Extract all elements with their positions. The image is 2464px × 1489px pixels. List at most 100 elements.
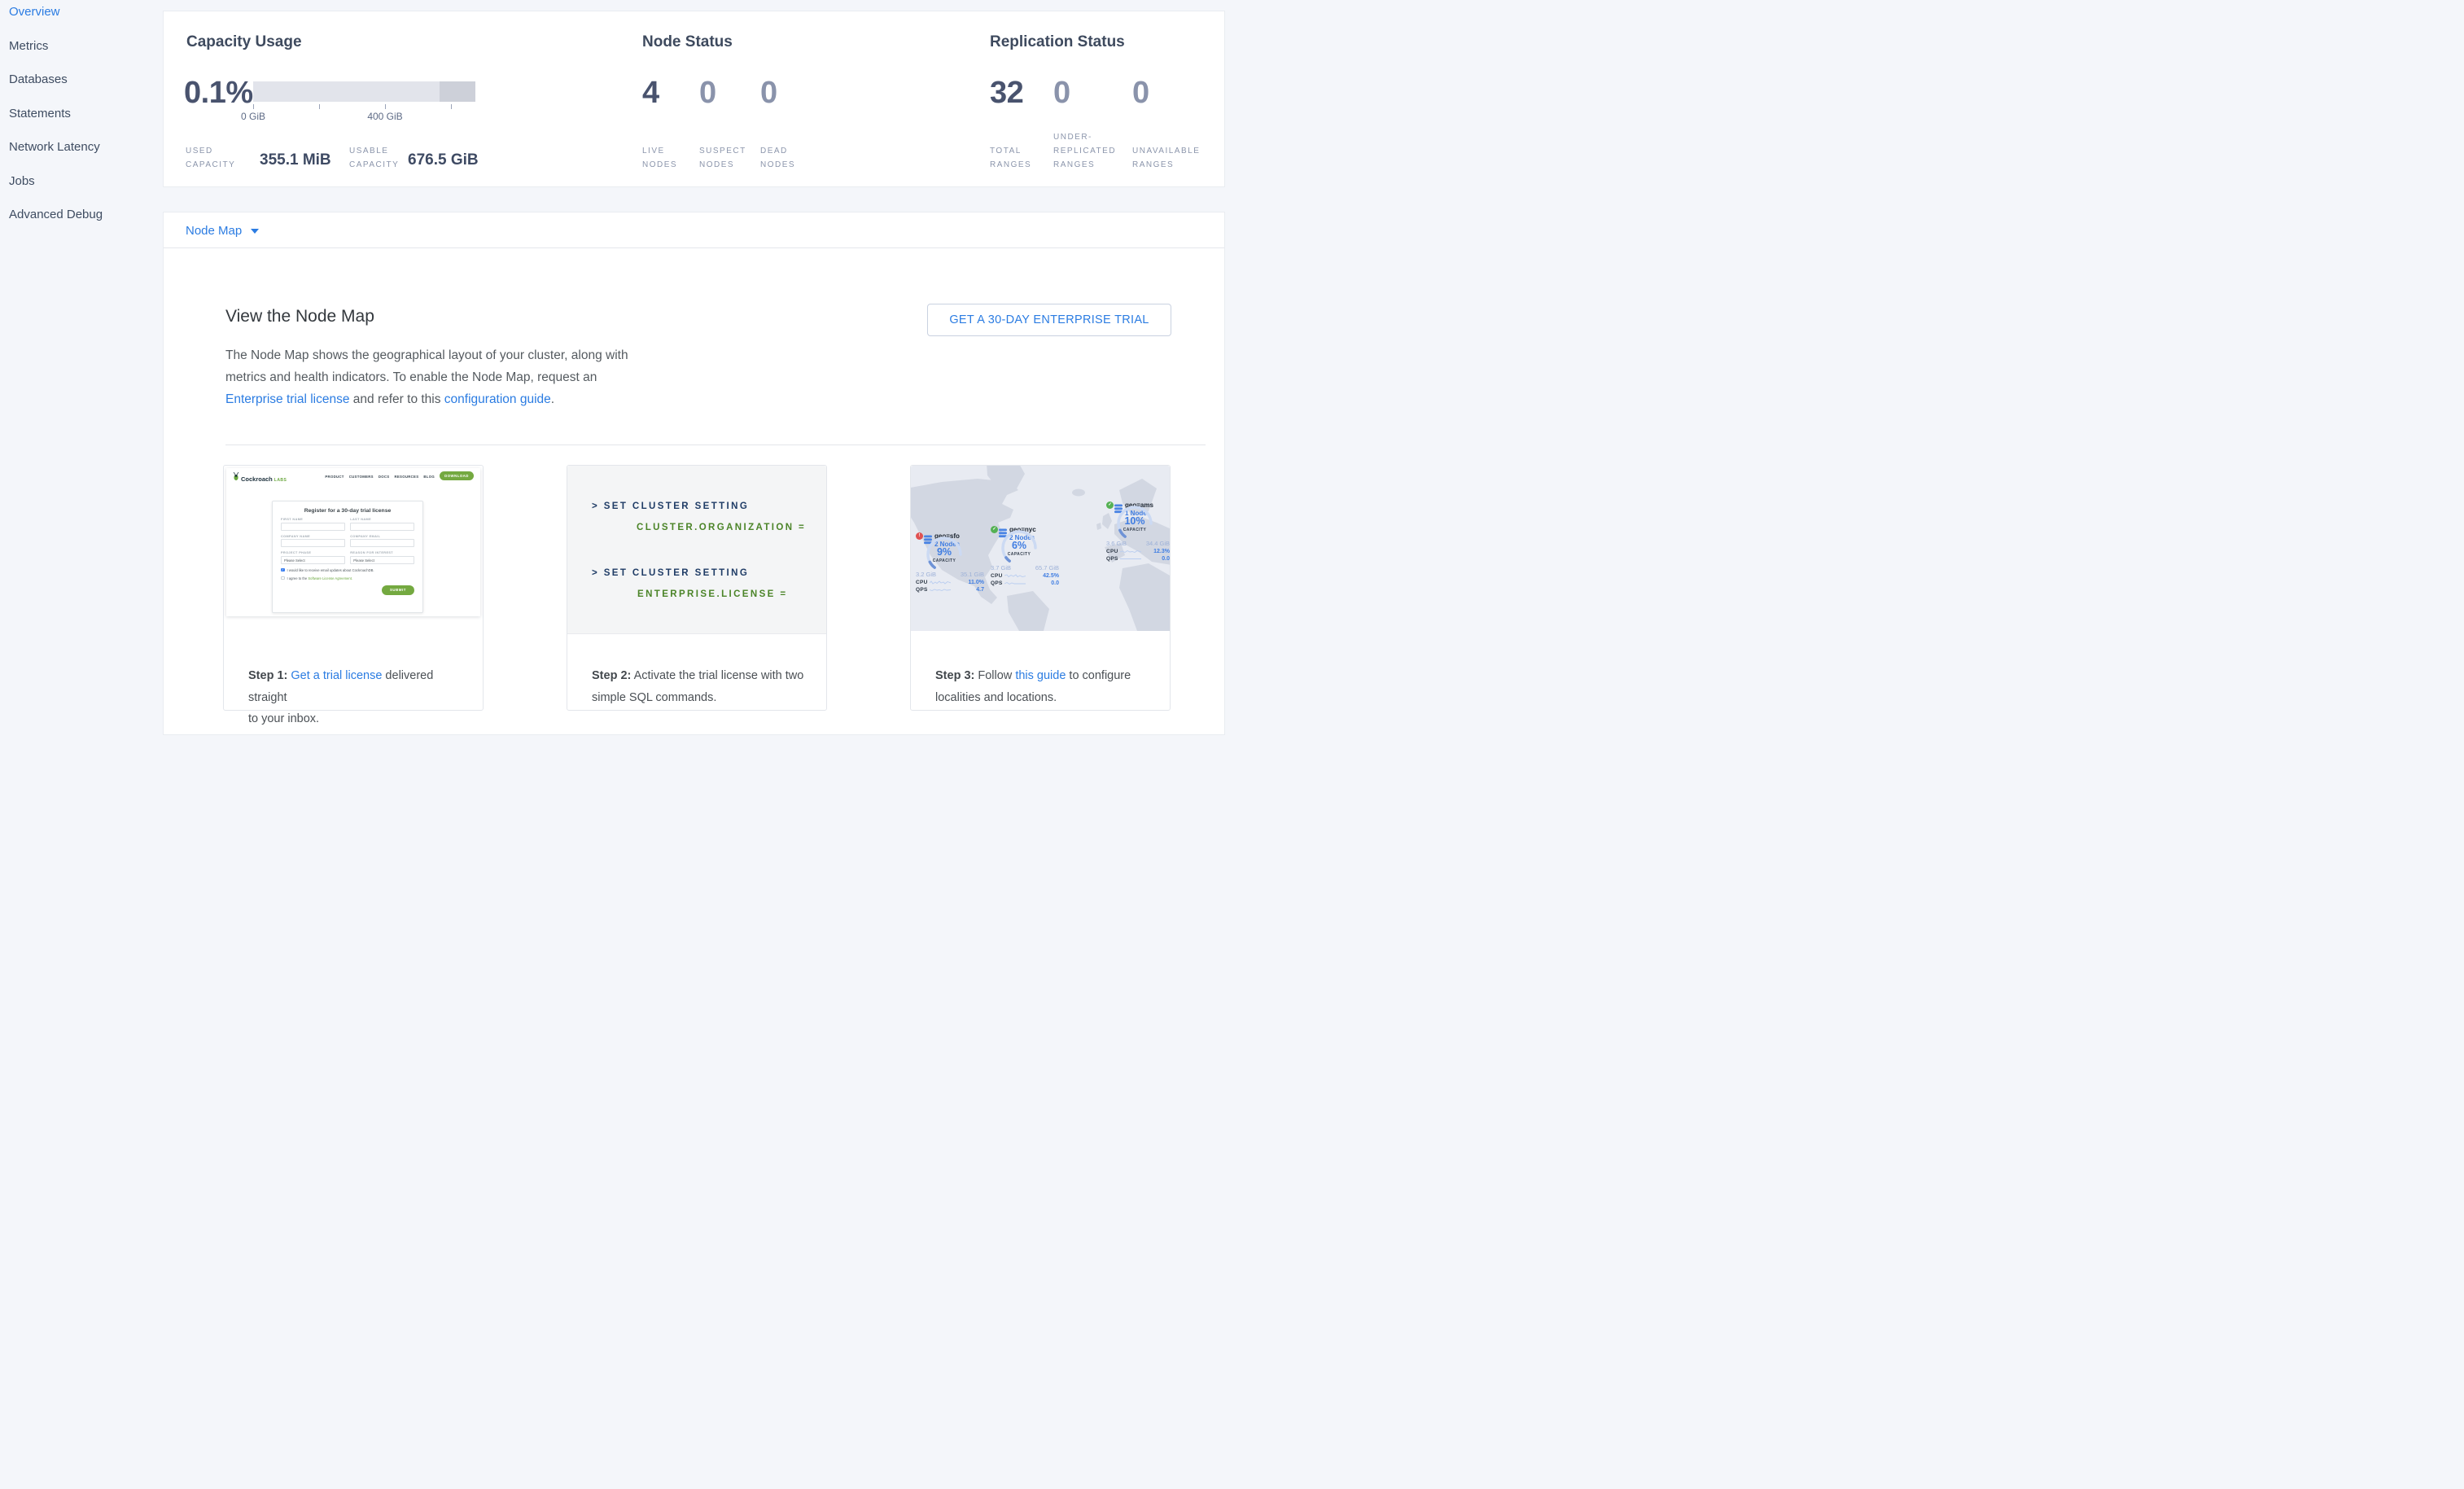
axis-tick-label: 400 GiB [361,111,409,122]
mini-field-label: FIRST NAME [281,518,345,521]
mini-input [350,539,414,547]
suspect-nodes-value: 0 [699,76,716,111]
axis-tick [451,104,452,109]
capacity-arc-text: 6% CAPACITY [1000,528,1039,567]
step-label: Step 3: [935,669,974,682]
cpu-label: CPU [991,573,1004,579]
capacity-used: 3.2 GiB [916,571,936,578]
cpu-value: 11.0% [951,580,984,585]
node-status-title: Node Status [642,33,733,51]
get-enterprise-trial-button[interactable]: GET A 30-DAY ENTERPRISE TRIAL [927,304,1171,336]
under-replicated-label: UNDER-REPLICATED RANGES [1053,130,1118,172]
capacity-bar-used-segment [440,81,475,102]
capacity-arc-text: 10% CAPACITY [1115,504,1154,543]
usable-capacity-value: 676.5 GiB [408,151,479,169]
qps-row: QPS 4.7 [916,587,984,593]
live-nodes-value: 4 [642,76,659,111]
capacity-label: CAPACITY [1123,528,1146,532]
cpu-value: 12.3% [1141,549,1170,554]
trial-license-form: Register for a 30-day trial license FIRS… [272,501,423,613]
sidebar-item-network-latency[interactable]: Network Latency [0,141,163,153]
cpu-sparkline [1120,549,1141,554]
axis-tick [253,104,254,109]
qps-value: 0.0 [1141,556,1170,562]
configuration-guide-link[interactable]: configuration guide [444,392,551,406]
step-2-card: > SET CLUSTER SETTING CLUSTER.ORGANIZATI… [567,465,827,711]
chevron-down-icon[interactable] [251,229,259,234]
capacity-range: 3.2 GiB 35.1 GiB [916,571,984,578]
qps-sparkline [1004,580,1026,586]
qps-sparkline [1120,556,1141,562]
mini-nav-item: RESOURCES [394,475,418,479]
qps-label: QPS [1106,556,1120,562]
mini-license-link: Software License Agreement. [308,576,352,580]
sidebar-item-metrics[interactable]: Metrics [0,40,163,52]
under-replicated-value: 0 [1053,76,1070,111]
mini-download-button: DOWNLOAD [440,471,474,480]
step-label: Step 1: [248,669,287,682]
get-trial-license-link[interactable]: Get a trial license [291,669,382,682]
suspect-nodes-label: SUSPECT NODES [699,144,753,172]
logo-suffix: LABS [274,478,287,483]
step-3-card: ! geo=sfo 2 Nodes 9% CAPACITY [910,465,1171,711]
mini-field-label: PROJECT PHASE [281,551,345,554]
capacity-range: 3.7 GiB 65.7 GiB [991,564,1059,572]
sql-code-block: > SET CLUSTER SETTING CLUSTER.ORGANIZATI… [567,466,826,634]
this-guide-link[interactable]: this guide [1015,669,1066,682]
mini-form-title: Register for a 30-day trial license [281,508,414,514]
cpu-row: CPU 12.3% [1106,549,1170,554]
caption-text: to your inbox. [248,712,319,725]
qps-value: 0.0 [1026,580,1059,586]
total-ranges-label: TOTAL RANGES [990,144,1039,172]
capacity-range: 3.6 GiB34.4 GiB [1106,540,1170,547]
used-capacity-value: 355.1 MiB [260,151,331,169]
mini-input [350,523,414,531]
mini-site-nav: PRODUCT CUSTOMERS DOCS RESOURCES BLOG [325,475,435,479]
sidebar-item-statements[interactable]: Statements [0,107,163,120]
cpu-label: CPU [1106,549,1120,554]
caption-text: simple SQL commands. [592,691,716,704]
axis-tick [319,104,320,109]
qps-sparkline [930,587,951,593]
sidebar: Overview Metrics Databases Statements Ne… [0,0,163,243]
capacity-percent: 9% [937,546,952,558]
dead-nodes-value: 0 [760,76,777,111]
sidebar-item-jobs[interactable]: Jobs [0,175,163,187]
total-ranges-value: 32 [990,76,1023,111]
sidebar-item-overview[interactable]: Overview [0,6,163,18]
node-map-selector[interactable]: Node Map [186,224,242,238]
capacity-used: 3.7 GiB [991,564,1011,572]
intro-text: . [551,392,554,406]
mini-checkbox-label: I agree to the [287,576,309,580]
capacity-total: 65.7 GiB [1035,564,1059,572]
mini-input [281,539,345,547]
node-map-panel: Node Map View the Node Map The Node Map … [163,212,1225,735]
capacity-percent: 10% [1124,515,1144,527]
enterprise-trial-license-link[interactable]: Enterprise trial license [225,392,349,406]
caption-text: to configure [1066,669,1131,682]
caption-text: Follow [974,669,1015,682]
unavailable-value: 0 [1132,76,1149,111]
healthy-badge-icon: ✓ [1106,501,1114,509]
mini-checkbox-empty [281,576,285,580]
sidebar-item-advanced-debug[interactable]: Advanced Debug [0,208,163,221]
mini-checkbox-label: I would like to receive email updates ab… [287,568,374,572]
cockroach-labs-logo: Cockroach LABS [233,472,287,483]
capacity-total: 34.4 GiB [1146,540,1170,547]
qps-row: QPS 0.0 [991,580,1059,586]
capacity-label: CAPACITY [933,558,956,563]
capacity-bar [253,81,475,102]
replication-status-title: Replication Status [990,33,1125,51]
warning-badge-icon: ! [916,532,923,540]
mini-nav-item: BLOG [423,475,435,479]
capacity-percent: 0.1% [184,76,253,111]
registration-screenshot: Cockroach LABS PRODUCT CUSTOMERS DOCS RE… [226,468,480,616]
node-map-preview: ! geo=sfo 2 Nodes 9% CAPACITY [911,466,1170,631]
capacity-total: 35.1 GiB [961,571,984,578]
qps-row: QPS 0.0 [1106,556,1170,562]
qps-label: QPS [916,587,930,593]
caption-text: localities and locations. [935,691,1057,704]
sidebar-item-databases[interactable]: Databases [0,73,163,85]
sql-line: > SET CLUSTER SETTING [592,568,749,578]
cockroachdb-admin-ui: Overview Metrics Databases Statements Ne… [0,0,1232,745]
